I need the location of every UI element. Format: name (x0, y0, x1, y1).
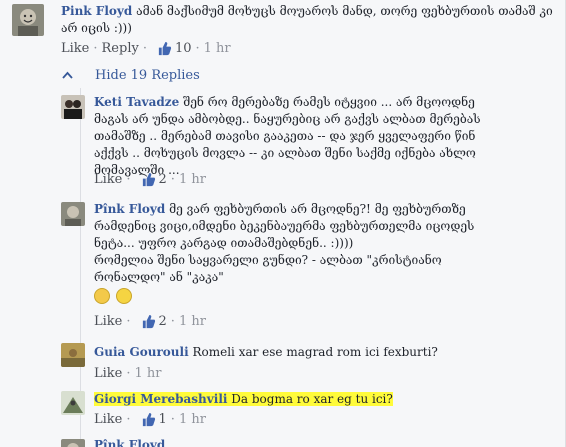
comment-text: Da bogma ro xar eg tu ici? (231, 392, 393, 406)
comment: Pînk Floyd მე ვარ ფეხბურთის არ მცოდნე?! … (94, 201, 494, 304)
comment-author[interactable]: Pink Floyd (61, 4, 132, 18)
avatar[interactable] (61, 391, 85, 415)
like-link[interactable]: Like (61, 41, 89, 56)
comment-author[interactable]: Keti Tavadze (94, 95, 179, 109)
avatar[interactable] (61, 343, 85, 367)
like-link[interactable]: Like (94, 412, 122, 427)
like-link[interactable]: Like (94, 314, 122, 329)
like-link[interactable]: Like (94, 172, 122, 187)
comment-text-continued: რომელია შენი საყვარელი გუნდი? - ალბათ "კ… (94, 253, 442, 284)
grin-icon (116, 288, 132, 304)
like-count[interactable]: 1 (159, 412, 167, 427)
comment: Keti Tavadze შენ რო მერებაზე რამეს იტყვი… (94, 94, 494, 179)
comment-actions: Like · 1 · 1 hr (94, 412, 206, 427)
comment-author[interactable]: Guia Gourouli (94, 345, 189, 359)
comment-text: Romeli xar ese magrad rom ici fexburti? (192, 345, 438, 359)
timestamp[interactable]: 1 hr (179, 314, 206, 329)
comment-author[interactable]: Pînk Floyd (94, 202, 165, 216)
comment-actions: Like · 1 hr (94, 366, 162, 381)
smiley-icon (94, 288, 110, 304)
like-count[interactable]: 2 (159, 172, 167, 187)
like-link[interactable]: Like (94, 366, 122, 381)
comment: Giorgi Merebashvili Da bogma ro xar eg t… (94, 391, 494, 408)
comment-text: ამან მაქსიმუმ მოხუცს მოუაროს მანდ, თორე … (61, 4, 553, 35)
thumbs-up-icon[interactable] (141, 172, 156, 187)
reply-link[interactable]: Reply (102, 41, 139, 56)
avatar[interactable] (61, 95, 85, 119)
hide-replies-label: Hide 19 Replies (95, 68, 200, 83)
thumbs-up-icon[interactable] (141, 314, 156, 329)
comment-author[interactable]: Giorgi Merebashvili (94, 392, 227, 406)
avatar[interactable] (61, 202, 85, 226)
hide-replies-link[interactable]: Hide 19 Replies (62, 68, 200, 83)
comment: Guia Gourouli Romeli xar ese magrad rom … (94, 344, 494, 361)
emoji-row (94, 288, 494, 304)
like-count[interactable]: 2 (159, 314, 167, 329)
like-count[interactable]: 10 (175, 41, 192, 56)
avatar[interactable] (61, 439, 85, 447)
comments-panel: Pink Floyd ამან მაქსიმუმ მოხუცს მოუაროს … (0, 0, 566, 447)
timestamp[interactable]: 1 hr (204, 41, 231, 56)
timestamp[interactable]: 1 hr (179, 412, 206, 427)
comment-author[interactable]: Pînk Floyd (94, 438, 165, 447)
comment-actions: Like · Reply · 10 · 1 hr (61, 41, 231, 56)
comment: Pink Floyd ამან მაქსიმუმ მოხუცს მოუაროს … (61, 3, 556, 37)
comment: Pînk Floyd (94, 437, 494, 447)
chevron-up-icon (62, 68, 73, 83)
avatar[interactable] (12, 4, 44, 36)
comment-actions: Like · 2 · 1 hr (94, 172, 206, 187)
thumbs-up-icon[interactable] (141, 412, 156, 427)
timestamp[interactable]: 1 hr (179, 172, 206, 187)
timestamp[interactable]: 1 hr (135, 366, 162, 381)
thumbs-up-icon[interactable] (157, 41, 172, 56)
comment-actions: Like · 2 · 1 hr (94, 314, 206, 329)
